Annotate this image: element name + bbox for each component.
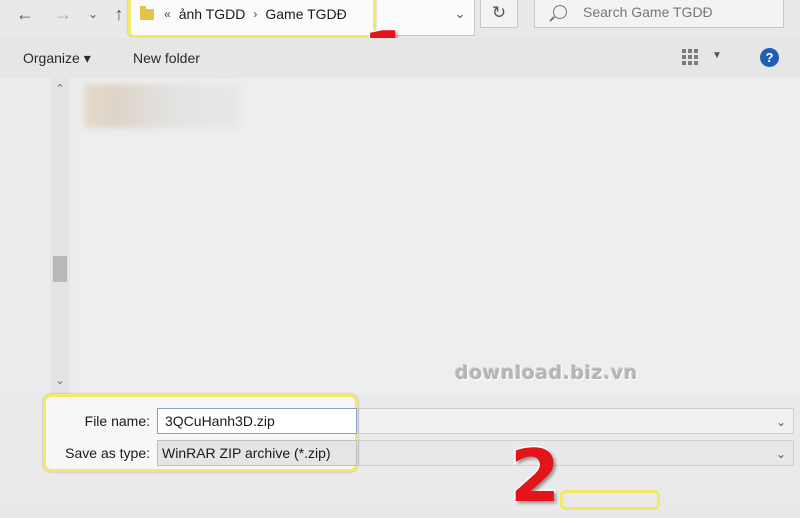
annotation-step-2: 2 xyxy=(508,434,561,518)
chevron-down-icon: ⌄ xyxy=(454,6,466,21)
file-name-label: File name: xyxy=(84,413,150,429)
scrollbar-thumb[interactable] xyxy=(53,256,67,282)
file-name-dropdown-icon[interactable]: ⌄ xyxy=(776,413,786,431)
search-input[interactable]: Search Game TGDĐ xyxy=(534,0,784,28)
search-icon xyxy=(553,5,567,19)
breadcrumb-item-anh-tgdd[interactable]: ảnh TGDD xyxy=(179,6,246,22)
up-button[interactable]: ↑ xyxy=(108,1,130,27)
search-placeholder: Search Game TGDĐ xyxy=(583,4,713,20)
refresh-button[interactable]: ↻ xyxy=(480,0,518,28)
file-name-value: 3QCuHanh3D.zip xyxy=(165,413,275,429)
save-as-type-value: WinRAR ZIP archive (*.zip) xyxy=(162,445,331,461)
view-options-icon[interactable] xyxy=(682,49,698,65)
save-as-type-label: Save as type: xyxy=(65,445,150,461)
arrow-up-icon: ↑ xyxy=(114,3,124,24)
breadcrumb-overflow[interactable]: « xyxy=(164,7,171,21)
forward-button[interactable]: → xyxy=(52,1,74,27)
view-dropdown-icon[interactable]: ▼ xyxy=(712,50,722,61)
chevron-right-icon[interactable]: › xyxy=(253,7,257,21)
organize-button[interactable]: Organize ▾ xyxy=(23,50,91,67)
save-button-highlight xyxy=(560,490,660,510)
save-as-type-select[interactable]: WinRAR ZIP archive (*.zip) xyxy=(157,440,357,466)
scroll-up-icon[interactable]: ⌃ xyxy=(52,82,68,95)
save-as-type-select-extension[interactable] xyxy=(358,440,794,466)
blurred-file-item[interactable] xyxy=(84,84,240,128)
address-dropdown-button[interactable]: ⌄ xyxy=(445,0,475,28)
save-as-type-dropdown-icon[interactable]: ⌄ xyxy=(776,445,786,463)
chevron-down-icon: ⌄ xyxy=(87,7,99,21)
file-name-field-extension[interactable] xyxy=(358,408,794,434)
help-button[interactable]: ? xyxy=(760,48,779,67)
watermark: download.biz.vn xyxy=(455,362,638,384)
arrow-right-icon: → xyxy=(54,3,72,24)
folder-icon xyxy=(140,5,154,20)
new-folder-button[interactable]: New folder xyxy=(133,50,200,66)
arrow-left-icon: ← xyxy=(16,3,34,24)
breadcrumb: « ảnh TGDD › Game TGDĐ xyxy=(140,4,355,24)
back-button[interactable]: ← xyxy=(14,1,36,27)
scroll-down-icon[interactable]: ⌄ xyxy=(52,374,68,387)
navigation-scrollbar[interactable] xyxy=(50,78,70,394)
refresh-icon: ↻ xyxy=(491,3,507,22)
file-name-field[interactable]: 3QCuHanh3D.zip xyxy=(157,408,357,434)
command-toolbar xyxy=(0,38,800,79)
recent-locations-button[interactable]: ⌄ xyxy=(82,1,104,27)
breadcrumb-item-game-tgdd[interactable]: Game TGDĐ xyxy=(265,6,346,22)
